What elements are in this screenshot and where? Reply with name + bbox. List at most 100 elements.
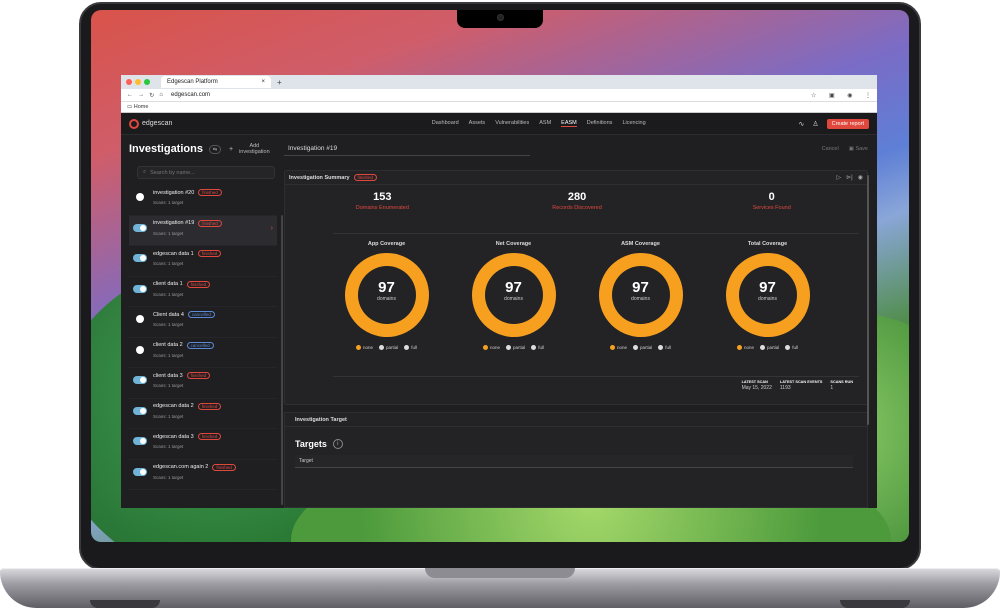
extensions-icon[interactable]: ▣: [829, 92, 835, 99]
main-scrollbar[interactable]: [867, 175, 869, 425]
investigation-target-panel: Investigation Target Targets i Target: [284, 412, 868, 508]
toggle-switch[interactable]: [133, 437, 147, 445]
status-badge: cancelled: [187, 311, 215, 318]
view-icon[interactable]: ◉: [858, 174, 863, 181]
brand-logo[interactable]: edgescan: [129, 118, 279, 129]
menu-icon[interactable]: ⋮: [865, 92, 871, 99]
nav-assets[interactable]: Assets: [469, 120, 486, 127]
close-window-icon[interactable]: [126, 79, 132, 85]
home-icon[interactable]: ⌂: [159, 92, 163, 99]
targets-title: Targets: [295, 439, 327, 449]
bookmark-star-icon[interactable]: ☆: [811, 92, 816, 99]
new-tab-icon[interactable]: +: [277, 78, 282, 87]
coverage-donut: Net Coverage 97 domains none partial full: [464, 241, 564, 361]
browser-tab-title: Edgescan Platform: [167, 79, 218, 85]
url-field[interactable]: edgescan.com: [171, 92, 811, 98]
status-badge: finished: [186, 372, 211, 379]
item-name: edgescan.com again 2: [153, 464, 209, 470]
status-badge: finished: [198, 219, 222, 227]
minimize-window-icon[interactable]: [135, 79, 141, 85]
status-badge: finished: [197, 402, 222, 410]
list-item[interactable]: edgescan data 3 finished Scans: 1 target: [129, 429, 277, 460]
edgescan-logo-icon: [129, 118, 139, 129]
item-name: edgescan data 2: [153, 403, 194, 409]
list-item[interactable]: edgescan data 2 finished Scans: 1 target: [129, 399, 277, 429]
meta-scans-run: SCANS RUN 1: [830, 380, 853, 391]
coverage-donut: Total Coverage 97 domains none partial fu…: [718, 241, 818, 361]
user-icon[interactable]: ♙: [812, 120, 818, 128]
back-icon[interactable]: ←: [127, 92, 133, 99]
skip-icon[interactable]: ⊳|: [846, 174, 853, 181]
list-item[interactable]: investigation #20 finished Scans: 1 target: [129, 185, 277, 216]
toggle-switch[interactable]: [133, 467, 147, 476]
investigation-name-field[interactable]: Investigation #19: [284, 142, 530, 156]
brand-name: edgescan: [142, 120, 173, 127]
list-item[interactable]: edgescan data 1 finished Scans: 1 target: [129, 246, 277, 277]
donut-ring: 97 domains: [598, 253, 683, 337]
stat-domains: 153 Domains Enumerated: [355, 191, 409, 211]
stat-services: 0 Services Found: [752, 191, 791, 211]
maximize-window-icon[interactable]: [144, 79, 150, 85]
donut-ring: 97 domains: [344, 253, 429, 337]
add-investigation-button[interactable]: Add investigation: [239, 143, 270, 155]
nav-easm[interactable]: EASM: [561, 120, 577, 127]
nav-asm[interactable]: ASM: [539, 120, 551, 127]
search-icon: ⌕: [143, 169, 147, 175]
item-sub: Scans: 1 target: [153, 352, 184, 358]
list-item[interactable]: client data 1 finished Scans: 1 target: [129, 277, 277, 307]
status-badge: finished: [197, 250, 222, 257]
radio-toggle[interactable]: [136, 193, 144, 201]
sidebar-title: Investigations: [129, 143, 203, 155]
search-input[interactable]: ⌕ Search by name...: [137, 166, 275, 179]
donut-title: App Coverage: [367, 241, 406, 247]
toggle-switch[interactable]: [133, 223, 147, 232]
donut-title: ASM Coverage: [621, 241, 660, 247]
browser-tabbar: Edgescan Platform × +: [121, 75, 877, 89]
save-button[interactable]: ▣ Save: [849, 146, 868, 152]
list-item-selected[interactable]: investigation #19 finished Scans: 1 target…: [129, 215, 277, 246]
status-badge: cancelled: [186, 341, 214, 349]
add-icon[interactable]: +: [229, 146, 233, 153]
target-section-title: Investigation Target: [285, 413, 867, 427]
cancel-button[interactable]: Cancel: [822, 146, 839, 152]
profile-icon[interactable]: ◉: [847, 92, 852, 99]
create-report-button[interactable]: Create report: [826, 118, 869, 129]
activity-icon[interactable]: ∿: [798, 120, 804, 128]
toggle-switch[interactable]: [133, 406, 147, 415]
play-icon[interactable]: ▷: [837, 174, 842, 181]
radio-toggle[interactable]: [136, 345, 144, 354]
investigation-list: investigation #20 finished Scans: 1 target…: [129, 185, 277, 490]
donut-title: Total Coverage: [747, 241, 788, 247]
nav-definitions[interactable]: Definitions: [587, 120, 613, 127]
investigations-sidebar: Investigations ⇆ + Add investigation ⌕ S…: [129, 135, 283, 508]
list-item[interactable]: client data 3 finished Scans: 1 target: [129, 368, 277, 399]
item-sub: Scans: 1 target: [153, 230, 184, 236]
forward-icon[interactable]: →: [138, 92, 144, 99]
address-bar: ← → ↻ ⌂ edgescan.com ☆ ▣ ◉ ⋮: [121, 89, 877, 102]
toggle-switch[interactable]: [133, 376, 147, 384]
info-icon[interactable]: i: [332, 439, 343, 449]
meta-latest-scan: LATEST SCAN May 15, 2022: [741, 380, 772, 391]
summary-title: Investigation Summary: [289, 174, 350, 181]
nav-licencing[interactable]: Licencing: [622, 120, 645, 127]
coverage-charts: App Coverage 97 domains none partial full…: [285, 241, 869, 361]
nav-dashboard[interactable]: Dashboard: [432, 120, 459, 127]
browser-tab[interactable]: Edgescan Platform ×: [161, 76, 271, 88]
summary-status-badge: finished: [353, 174, 378, 181]
list-item[interactable]: Client data 4 cancelled Scans: 1 target: [129, 307, 277, 338]
list-item[interactable]: client data 2 cancelled Scans: 1 target: [129, 338, 277, 368]
list-item[interactable]: edgescan.com again 2 finished Scans: 1 tar…: [129, 460, 277, 490]
toggle-switch[interactable]: [133, 284, 147, 293]
bookmark-home[interactable]: Home: [134, 104, 149, 110]
donut-legend: none partial full: [337, 345, 437, 350]
item-sub: Scans: 1 target: [153, 474, 184, 480]
reload-icon[interactable]: ↻: [149, 92, 154, 99]
collapse-toggle-icon[interactable]: ⇆: [208, 144, 221, 154]
radio-toggle[interactable]: [136, 315, 144, 323]
item-name: Client data 4: [153, 311, 184, 318]
nav-vulnerabilities[interactable]: Vulnerabilities: [495, 120, 529, 127]
toggle-switch[interactable]: [133, 254, 147, 262]
item-name: client data 2: [153, 342, 183, 348]
close-tab-icon[interactable]: ×: [261, 79, 265, 85]
sidebar-scrollbar[interactable]: [281, 215, 283, 505]
